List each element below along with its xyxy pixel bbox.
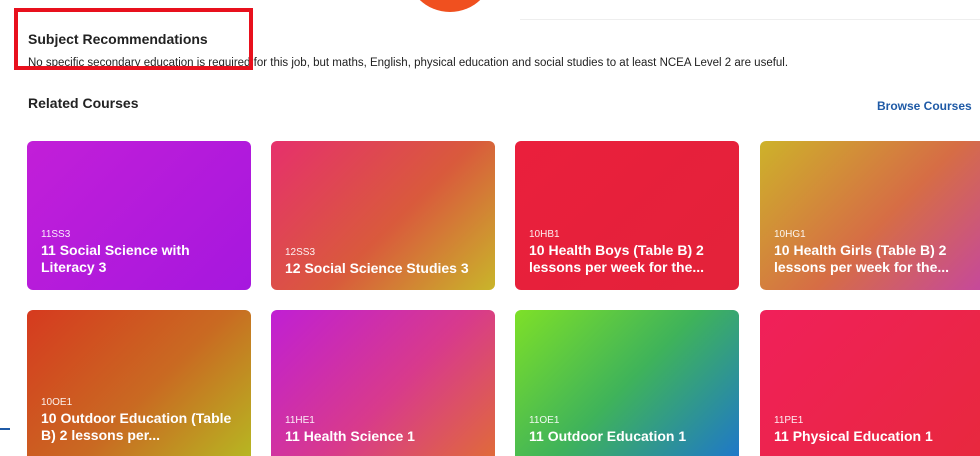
- highlight-box: [14, 8, 253, 70]
- course-name: 10 Outdoor Education (Table B) 2 lessons…: [41, 410, 232, 443]
- course-card[interactable]: 10HB1 10 Health Boys (Table B) 2 lessons…: [515, 141, 739, 290]
- course-code: 10HB1: [529, 229, 560, 240]
- course-card[interactable]: 11PE1 11 Physical Education 1: [760, 310, 980, 456]
- course-name: 11 Outdoor Education 1: [529, 428, 687, 444]
- course-card[interactable]: 11OE1 11 Outdoor Education 1: [515, 310, 739, 456]
- course-card[interactable]: 10HG1 10 Health Girls (Table B) 2 lesson…: [760, 141, 980, 290]
- course-card[interactable]: 11SS3 11 Social Science with Literacy 3: [27, 141, 251, 290]
- course-card[interactable]: 10OE1 10 Outdoor Education (Table B) 2 l…: [27, 310, 251, 456]
- course-card[interactable]: 12SS3 12 Social Science Studies 3: [271, 141, 495, 290]
- top-divider: [520, 19, 980, 20]
- course-code: 11HE1: [285, 415, 315, 426]
- course-name: 11 Health Science 1: [285, 428, 415, 444]
- course-code: 10OE1: [41, 397, 73, 408]
- browse-courses-link[interactable]: Browse Courses: [877, 99, 972, 113]
- course-code: 11PE1: [774, 415, 804, 426]
- course-name: 10 Health Boys (Table B) 2 lessons per w…: [529, 242, 705, 275]
- course-code: 11SS3: [41, 229, 71, 240]
- related-courses-title: Related Courses: [28, 95, 139, 111]
- course-code: 11OE1: [529, 415, 560, 426]
- course-card[interactable]: 11HE1 11 Health Science 1: [271, 310, 495, 456]
- decorative-circle: [406, 0, 494, 12]
- course-code: 12SS3: [285, 247, 316, 258]
- edge-mark: [0, 428, 10, 430]
- course-name: 11 Physical Education 1: [774, 428, 933, 444]
- course-name: 10 Health Girls (Table B) 2 lessons per …: [774, 242, 950, 275]
- course-code: 10HG1: [774, 229, 806, 240]
- course-name: 12 Social Science Studies 3: [285, 260, 469, 276]
- course-name: 11 Social Science with Literacy 3: [41, 242, 190, 275]
